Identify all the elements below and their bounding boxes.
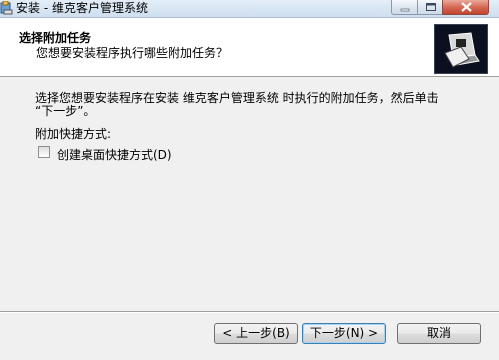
- back-button[interactable]: < 上一步(B): [214, 323, 298, 344]
- description-text-line2: “下一步”。: [35, 104, 96, 118]
- footer-divider: [0, 311, 499, 313]
- maximize-icon: [426, 3, 436, 11]
- installer-icon: [0, 0, 13, 15]
- minimize-button[interactable]: [391, 0, 418, 15]
- title-bar: 安装 - 维克客户管理系统: [0, 0, 499, 18]
- maximize-button[interactable]: [417, 0, 443, 15]
- window-title: 安装 - 维克客户管理系统: [16, 1, 148, 15]
- page-subtitle: 您想要安装程序执行哪些附加任务？: [36, 46, 229, 60]
- description-text-line1: 选择您想要安装程序在安装 维克客户管理系统 时执行的附加任务，然后单击: [35, 91, 439, 105]
- cancel-button[interactable]: 取消: [397, 323, 481, 344]
- close-button[interactable]: [442, 0, 489, 15]
- next-button[interactable]: 下一步(N) >: [302, 323, 386, 344]
- wizard-header: 选择附加任务 您想要安装程序执行哪些附加任务？: [0, 18, 499, 77]
- additional-shortcuts-label: 附加快捷方式:: [35, 127, 112, 141]
- installer-logo-icon: [434, 24, 488, 74]
- desktop-shortcut-label[interactable]: 创建桌面快捷方式(D): [57, 146, 172, 163]
- desktop-shortcut-checkbox[interactable]: [38, 146, 50, 158]
- close-icon: [461, 2, 472, 12]
- minimize-icon: [400, 8, 410, 12]
